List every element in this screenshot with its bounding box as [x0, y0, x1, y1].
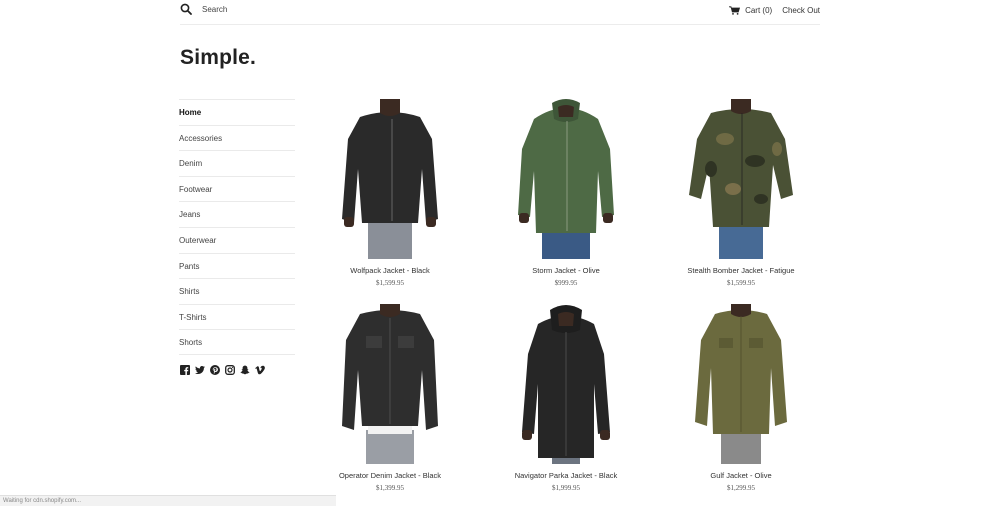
cart-icon — [729, 6, 741, 15]
cart-link[interactable]: Cart (0) — [729, 6, 772, 15]
product-name[interactable]: Operator Denim Jacket - Black — [320, 471, 460, 480]
jacket-shape — [518, 108, 614, 233]
vimeo-icon[interactable] — [255, 365, 265, 375]
instagram-icon[interactable] — [225, 364, 235, 375]
product-image[interactable] — [330, 99, 450, 259]
product-price: $1,999.95 — [552, 484, 580, 492]
sidebar-item-accessories[interactable]: Accessories — [179, 124, 295, 151]
pants-shape — [368, 217, 412, 259]
checkout-link[interactable]: Check Out — [782, 6, 820, 15]
jacket-photo — [518, 99, 614, 259]
product-price: $1,599.95 — [376, 279, 404, 287]
product-name[interactable]: Stealth Bomber Jacket - Fatigue — [671, 266, 811, 275]
sidebar-nav: Home Accessories Denim Footwear Jeans Ou… — [179, 99, 295, 375]
pants-shape — [719, 223, 763, 259]
search-bar[interactable]: Search — [180, 3, 227, 15]
sidebar-item-pants[interactable]: Pants — [179, 252, 295, 279]
jacket-shape — [689, 109, 793, 227]
jacket-photo — [689, 99, 793, 259]
sidebar-item-footwear[interactable]: Footwear — [179, 175, 295, 202]
jacket-photo — [342, 99, 438, 259]
product-card[interactable]: Wolfpack Jacket - Black $1,599.95 — [320, 99, 460, 287]
jacket-photo — [522, 305, 610, 464]
pinterest-icon[interactable] — [210, 364, 220, 375]
pants-shape — [721, 432, 761, 464]
product-name[interactable]: Wolfpack Jacket - Black — [320, 266, 460, 275]
twitter-icon[interactable] — [195, 365, 205, 375]
product-card[interactable]: Stealth Bomber Jacket - Fatigue $1,599.9… — [671, 99, 811, 287]
product-price: $1,299.95 — [727, 484, 755, 492]
jacket-photo — [342, 304, 438, 464]
product-image[interactable] — [681, 304, 801, 464]
product-price: $1,599.95 — [727, 279, 755, 287]
snapchat-icon[interactable] — [240, 365, 250, 375]
product-image[interactable] — [681, 99, 801, 259]
pants-shape — [542, 229, 590, 259]
sidebar-item-t-shirts[interactable]: T-Shirts — [179, 303, 295, 330]
sidebar-item-jeans[interactable]: Jeans — [179, 201, 295, 227]
sidebar-item-outerwear[interactable]: Outerwear — [179, 226, 295, 253]
product-card[interactable]: Gulf Jacket - Olive $1,299.95 — [671, 304, 811, 492]
sidebar-item-shirts[interactable]: Shirts — [179, 278, 295, 304]
product-image[interactable] — [330, 304, 450, 464]
product-name[interactable]: Navigator Parka Jacket - Black — [496, 471, 636, 480]
facebook-icon[interactable] — [180, 364, 190, 375]
search-icon[interactable] — [180, 3, 192, 15]
jacket-shape — [342, 112, 438, 223]
product-card[interactable]: Storm Jacket - Olive $999.95 — [496, 99, 636, 287]
top-bar: Search Cart (0) Check Out — [180, 0, 820, 25]
shop-logo[interactable]: Simple. — [180, 46, 256, 70]
sidebar-item-shorts[interactable]: Shorts — [179, 329, 295, 355]
product-name[interactable]: Storm Jacket - Olive — [496, 266, 636, 275]
cart-label[interactable]: Cart (0) — [745, 6, 772, 15]
sidebar-item-home[interactable]: Home — [179, 99, 295, 125]
social-links — [180, 364, 295, 375]
product-price: $999.95 — [554, 279, 578, 287]
product-card[interactable]: Navigator Parka Jacket - Black $1,999.95 — [496, 304, 636, 492]
product-name[interactable]: Gulf Jacket - Olive — [671, 471, 811, 480]
pants-shape — [366, 430, 414, 464]
sidebar-item-denim[interactable]: Denim — [179, 150, 295, 176]
product-price: $1,399.95 — [376, 484, 404, 492]
product-card[interactable]: Operator Denim Jacket - Black $1,399.95 — [320, 304, 460, 492]
search-input[interactable]: Search — [202, 5, 227, 14]
product-image[interactable] — [506, 99, 626, 259]
browser-status-bar: Waiting for cdn.shopify.com... — [0, 495, 336, 506]
jacket-photo — [695, 304, 787, 464]
product-image[interactable] — [506, 304, 626, 464]
